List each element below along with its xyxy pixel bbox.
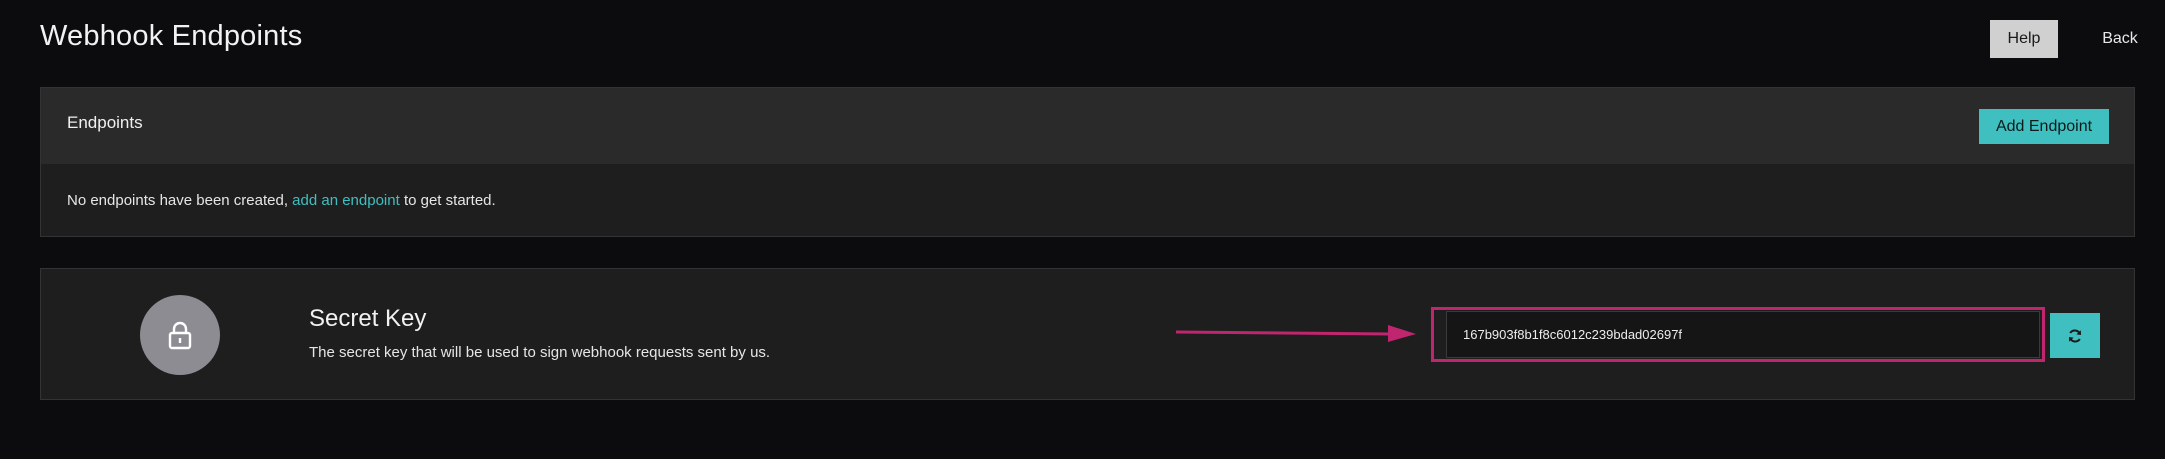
lock-avatar bbox=[140, 295, 220, 375]
webhook-endpoints-page: Webhook Endpoints Help Back Endpoints Ad… bbox=[0, 0, 2165, 459]
arrow-right-icon bbox=[1176, 325, 1416, 342]
back-button[interactable]: Back bbox=[2090, 20, 2150, 58]
secret-key-description: The secret key that will be used to sign… bbox=[309, 344, 771, 361]
secret-key-field[interactable] bbox=[1446, 311, 2040, 358]
lock-icon bbox=[168, 321, 192, 350]
empty-message-prefix: No endpoints have been created, bbox=[67, 192, 293, 209]
regenerate-key-button[interactable] bbox=[2050, 313, 2100, 358]
empty-message-suffix: to get started. bbox=[399, 192, 496, 209]
refresh-icon bbox=[2069, 329, 2081, 342]
secret-key-title: Secret Key bbox=[309, 305, 427, 332]
endpoints-panel: Endpoints Add Endpoint No endpoints have… bbox=[40, 87, 2135, 237]
help-button[interactable]: Help bbox=[1990, 20, 2058, 58]
endpoints-title: Endpoints bbox=[67, 113, 143, 132]
page-title: Webhook Endpoints bbox=[40, 20, 303, 52]
endpoints-panel-header: Endpoints Add Endpoint bbox=[41, 88, 2134, 164]
empty-endpoints-message: No endpoints have been created, add an e… bbox=[67, 192, 496, 209]
secret-key-panel: Secret Key The secret key that will be u… bbox=[40, 268, 2135, 400]
add-endpoint-link[interactable]: add an endpoint bbox=[292, 192, 400, 209]
add-endpoint-button[interactable]: Add Endpoint bbox=[1979, 109, 2109, 144]
